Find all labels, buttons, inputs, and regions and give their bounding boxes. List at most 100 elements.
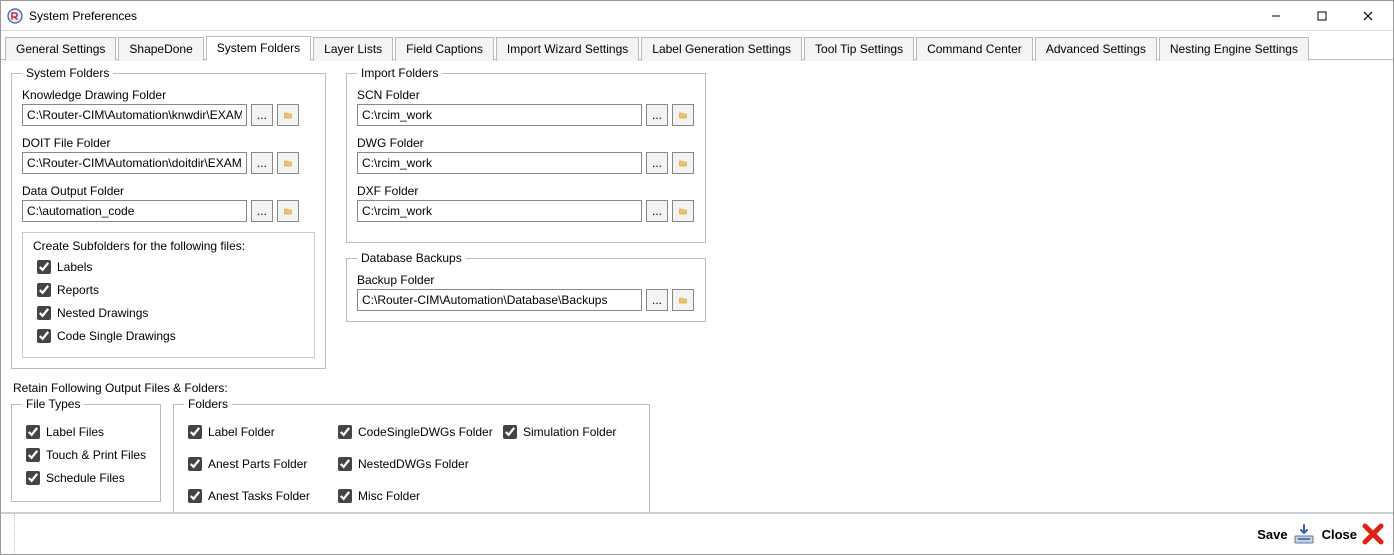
folder-misc-checkbox[interactable] xyxy=(338,489,352,503)
database-backups-group: Database Backups Backup Folder ... xyxy=(346,251,706,322)
save-label: Save xyxy=(1257,527,1287,542)
dxf-browse-button[interactable]: ... xyxy=(646,200,668,222)
tab-label-generation-settings[interactable]: Label Generation Settings xyxy=(641,37,802,61)
data-output-open-folder-button[interactable] xyxy=(277,200,299,222)
backup-browse-button[interactable]: ... xyxy=(646,289,668,311)
tab-layer-lists[interactable]: Layer Lists xyxy=(313,37,393,61)
system-folders-legend: System Folders xyxy=(22,66,113,80)
scn-folder-label: SCN Folder xyxy=(357,88,695,102)
folder-misc-row[interactable]: Misc Folder xyxy=(334,486,499,506)
tab-import-wizard-settings[interactable]: Import Wizard Settings xyxy=(496,37,639,61)
create-subfolders-group: Create Subfolders for the following file… xyxy=(22,232,315,358)
file-types-legend: File Types xyxy=(22,397,84,411)
folder-label-row[interactable]: Label Folder xyxy=(184,422,334,442)
data-output-folder-input[interactable] xyxy=(22,200,247,222)
folder-nesteddwgs-row[interactable]: NestedDWGs Folder xyxy=(334,454,499,474)
knowledge-folder-label: Knowledge Drawing Folder xyxy=(22,88,315,102)
window-controls xyxy=(1253,1,1391,31)
close-window-button[interactable] xyxy=(1345,1,1391,31)
tab-advanced-settings[interactable]: Advanced Settings xyxy=(1035,37,1157,61)
minimize-button[interactable] xyxy=(1253,1,1299,31)
bottom-bar: Save Close xyxy=(1,512,1393,554)
folder-anest-parts-row[interactable]: Anest Parts Folder xyxy=(184,454,334,474)
dwg-folder-input[interactable] xyxy=(357,152,642,174)
folder-nesteddwgs-checkbox[interactable] xyxy=(338,457,352,471)
scn-open-folder-button[interactable] xyxy=(672,104,694,126)
dxf-folder-label: DXF Folder xyxy=(357,184,695,198)
folder-codesingle-checkbox[interactable] xyxy=(338,425,352,439)
folder-codesingle-label: CodeSingleDWGs Folder xyxy=(358,425,493,439)
folder-label-label: Label Folder xyxy=(208,425,275,439)
filetype-label-files-row[interactable]: Label Files xyxy=(22,422,150,442)
dxf-folder-input[interactable] xyxy=(357,200,642,222)
subfolder-reports-checkbox[interactable] xyxy=(37,283,51,297)
app-icon xyxy=(7,8,23,24)
subfolder-reports-row[interactable]: Reports xyxy=(33,280,304,300)
tab-tool-tip-settings[interactable]: Tool Tip Settings xyxy=(804,37,914,61)
dwg-folder-label: DWG Folder xyxy=(357,136,695,150)
file-types-group: File Types Label Files Touch & Print Fil… xyxy=(11,397,161,502)
subfolder-labels-row[interactable]: Labels xyxy=(33,257,304,277)
doit-folder-label: DOIT File Folder xyxy=(22,136,315,150)
folder-simulation-row[interactable]: Simulation Folder xyxy=(499,422,639,442)
backup-folder-input[interactable] xyxy=(357,289,642,311)
folder-anest-tasks-label: Anest Tasks Folder xyxy=(208,489,310,503)
database-backups-legend: Database Backups xyxy=(357,251,466,265)
subfolder-nested-checkbox[interactable] xyxy=(37,306,51,320)
import-folders-legend: Import Folders xyxy=(357,66,442,80)
tabstrip: General Settings ShapeDone System Folder… xyxy=(1,31,1393,60)
folder-anest-tasks-row[interactable]: Anest Tasks Folder xyxy=(184,486,334,506)
dxf-open-folder-button[interactable] xyxy=(672,200,694,222)
folder-codesingle-row[interactable]: CodeSingleDWGs Folder xyxy=(334,422,499,442)
subfolder-codesingle-checkbox[interactable] xyxy=(37,329,51,343)
subfolder-reports-label: Reports xyxy=(57,283,99,297)
folders-legend: Folders xyxy=(184,397,232,411)
filetype-schedule-checkbox[interactable] xyxy=(26,471,40,485)
tab-command-center[interactable]: Command Center xyxy=(916,37,1033,61)
subfolder-nested-row[interactable]: Nested Drawings xyxy=(33,303,304,323)
filetype-touchprint-checkbox[interactable] xyxy=(26,448,40,462)
system-folders-group: System Folders Knowledge Drawing Folder … xyxy=(11,66,326,369)
filetype-touchprint-row[interactable]: Touch & Print Files xyxy=(22,445,150,465)
subfolder-codesingle-row[interactable]: Code Single Drawings xyxy=(33,326,304,346)
dwg-browse-button[interactable]: ... xyxy=(646,152,668,174)
subfolder-codesingle-label: Code Single Drawings xyxy=(57,329,176,343)
folder-anest-tasks-checkbox[interactable] xyxy=(188,489,202,503)
status-grip xyxy=(9,514,15,554)
filetype-label-files-checkbox[interactable] xyxy=(26,425,40,439)
subfolder-labels-checkbox[interactable] xyxy=(37,260,51,274)
folders-group: Folders Label Folder CodeSingleDWGs Fold… xyxy=(173,397,650,512)
window: System Preferences General Settings Shap… xyxy=(0,0,1394,555)
titlebar: System Preferences xyxy=(1,1,1393,31)
doit-browse-button[interactable]: ... xyxy=(251,152,273,174)
backup-open-folder-button[interactable] xyxy=(672,289,694,311)
knowledge-folder-input[interactable] xyxy=(22,104,247,126)
folder-simulation-checkbox[interactable] xyxy=(503,425,517,439)
subfolder-nested-label: Nested Drawings xyxy=(57,306,148,320)
scn-folder-input[interactable] xyxy=(357,104,642,126)
import-folders-group: Import Folders SCN Folder ... DWG Folder xyxy=(346,66,706,243)
folder-label-checkbox[interactable] xyxy=(188,425,202,439)
subfolder-labels-label: Labels xyxy=(57,260,92,274)
tab-general-settings[interactable]: General Settings xyxy=(5,37,116,61)
doit-folder-input[interactable] xyxy=(22,152,247,174)
scn-browse-button[interactable]: ... xyxy=(646,104,668,126)
close-button[interactable]: Close xyxy=(1322,522,1385,546)
dwg-open-folder-button[interactable] xyxy=(672,152,694,174)
knowledge-open-folder-button[interactable] xyxy=(277,104,299,126)
tab-system-folders[interactable]: System Folders xyxy=(206,36,311,61)
save-button[interactable]: Save xyxy=(1257,522,1315,546)
close-icon xyxy=(1361,522,1385,546)
data-output-browse-button[interactable]: ... xyxy=(251,200,273,222)
maximize-button[interactable] xyxy=(1299,1,1345,31)
tab-content: System Folders Knowledge Drawing Folder … xyxy=(1,59,1393,512)
tab-nesting-engine-settings[interactable]: Nesting Engine Settings xyxy=(1159,37,1309,61)
backup-folder-label: Backup Folder xyxy=(357,273,695,287)
filetype-schedule-row[interactable]: Schedule Files xyxy=(22,468,150,488)
doit-open-folder-button[interactable] xyxy=(277,152,299,174)
folder-nesteddwgs-label: NestedDWGs Folder xyxy=(358,457,469,471)
tab-shapedone[interactable]: ShapeDone xyxy=(118,37,203,61)
knowledge-browse-button[interactable]: ... xyxy=(251,104,273,126)
folder-anest-parts-checkbox[interactable] xyxy=(188,457,202,471)
tab-field-captions[interactable]: Field Captions xyxy=(395,37,494,61)
